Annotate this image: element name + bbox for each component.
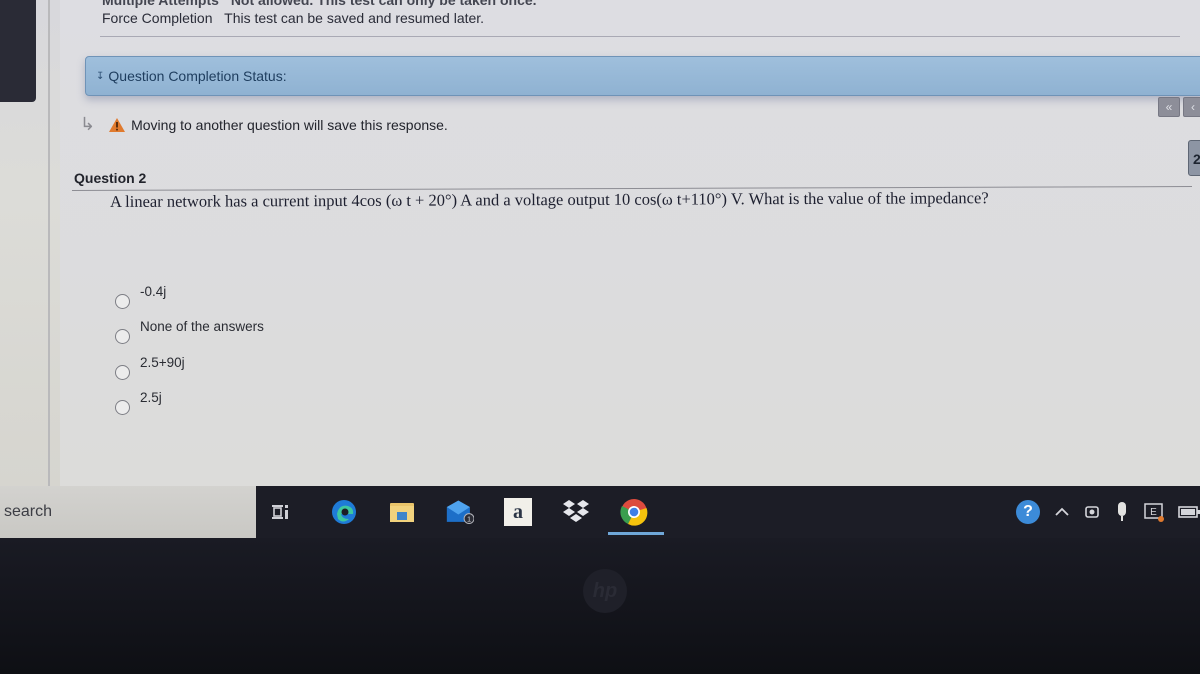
force-completion-value: This test can be saved and resumed later…	[224, 10, 485, 26]
chevron-up-icon[interactable]	[1048, 498, 1076, 526]
question-title: Question 2	[74, 170, 147, 186]
answer-radio[interactable]	[115, 294, 130, 309]
previous-question-button[interactable]: ‹	[1183, 97, 1200, 117]
answer-label: None of the answers	[140, 319, 264, 334]
force-completion-row: Force Completion This test can be saved …	[102, 10, 484, 26]
folder-icon[interactable]	[388, 498, 416, 526]
task-view-icon[interactable]	[266, 498, 294, 526]
answer-label: 2.5j	[140, 390, 162, 405]
microphone-icon[interactable]	[1108, 498, 1136, 526]
mail-badge: 1	[467, 514, 471, 523]
remote-desktop-icon[interactable]: E	[1140, 498, 1168, 526]
answer-radio[interactable]	[115, 365, 130, 380]
multiple-attempts-row: Multiple Attempts Not allowed. This test…	[102, 0, 537, 8]
answer-label: 2.5+90j	[140, 355, 185, 370]
amazon-glyph: a	[504, 498, 532, 526]
left-panel	[0, 0, 36, 102]
active-app-indicator	[608, 532, 664, 535]
answer-option[interactable]: 2.5+90j	[115, 355, 185, 380]
divider	[100, 36, 1180, 37]
save-notice: ↳ Moving to another question will save t…	[80, 114, 448, 135]
question-completion-status[interactable]: ↧ Question Completion Status:	[85, 56, 1200, 96]
test-content: Multiple Attempts Not allowed. This test…	[60, 0, 1200, 486]
amazon-icon[interactable]: a	[504, 498, 532, 526]
force-completion-label: Force Completion	[102, 10, 213, 26]
hp-logo-icon: hp	[583, 569, 627, 613]
help-icon[interactable]: ?	[1014, 498, 1042, 526]
answer-option[interactable]: -0.4j	[115, 284, 166, 309]
answer-option[interactable]: None of the answers	[115, 319, 264, 344]
answer-option[interactable]: 2.5j	[115, 390, 162, 415]
question-text: A linear network has a current input 4co…	[109, 188, 989, 211]
dropbox-icon[interactable]	[562, 498, 590, 526]
mail-icon[interactable]: 1	[446, 498, 474, 526]
screen: Multiple Attempts Not allowed. This test…	[0, 0, 1200, 486]
edge-icon[interactable]	[330, 498, 358, 526]
battery-icon[interactable]	[1176, 498, 1200, 526]
divider	[48, 0, 50, 486]
svg-text:E: E	[1150, 507, 1157, 518]
chrome-icon[interactable]	[620, 498, 648, 526]
multiple-attempts-value: Not allowed. This test can only be taken…	[230, 0, 537, 8]
warning-icon	[109, 117, 126, 132]
answer-radio[interactable]	[115, 329, 130, 344]
completion-status-label: Question Completion Status:	[108, 68, 287, 84]
multiple-attempts-label: Multiple Attempts	[102, 0, 219, 8]
question-number-button[interactable]: 2	[1188, 140, 1200, 176]
notice-text: Moving to another question will save thi…	[131, 116, 448, 133]
camera-icon[interactable]	[1078, 498, 1106, 526]
first-question-button[interactable]: «	[1158, 97, 1180, 117]
taskbar-search-input[interactable]: search	[0, 486, 256, 538]
answer-radio[interactable]	[115, 400, 130, 415]
taskbar: search 1 a ? E	[0, 486, 1200, 538]
chevron-down-icon: ↧	[96, 70, 105, 82]
answer-label: -0.4j	[140, 284, 167, 299]
return-arrow-icon: ↳	[80, 114, 96, 134]
